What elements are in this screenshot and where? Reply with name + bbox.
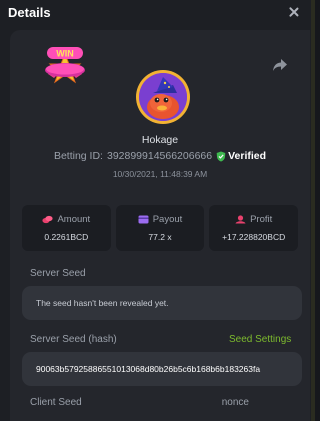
- username: Hokage: [141, 134, 179, 146]
- client-seed-label: Client Seed: [30, 397, 82, 408]
- verified-badge: Verified: [216, 150, 266, 162]
- profit-icon: [235, 215, 246, 224]
- seed-settings-link[interactable]: Seed Settings: [229, 334, 291, 345]
- server-seed-hash-field[interactable]: 90063b57925886551013068d80b26b5c6b168b6b…: [22, 352, 302, 386]
- svg-text:WIN: WIN: [56, 49, 74, 59]
- server-seed-hash-label: Server Seed (hash): [30, 334, 117, 345]
- stat-profit: Profit +17.228820BCD: [209, 205, 299, 251]
- stat-profit-label: Profit: [250, 214, 273, 225]
- betting-id-row: Betting ID: 392899914566206666 Verified: [10, 150, 310, 162]
- stat-amount: Amount 0.2261BCD: [22, 205, 111, 251]
- verified-label: Verified: [228, 150, 267, 162]
- dragon-avatar-icon: [139, 73, 187, 121]
- client-seed-row: Client Seed nonce: [30, 397, 290, 408]
- server-seed-field: The seed hasn't been revealed yet.: [22, 286, 302, 320]
- bet-stats: Amount 0.2261BCD Payout 77.2 x Profit +1…: [22, 205, 299, 251]
- stat-amount-label: Amount: [57, 214, 91, 225]
- server-seed-message: The seed hasn't been revealed yet.: [36, 298, 169, 308]
- coins-icon: [42, 215, 54, 224]
- background-page-strip-right: [311, 0, 315, 421]
- details-modal: Details WIN Hokage Betting ID: 392899914…: [0, 0, 311, 421]
- stat-amount-value: 0.2261BCD: [44, 232, 89, 242]
- betting-id-label: Betting ID:: [53, 150, 103, 162]
- card-icon: [138, 215, 149, 224]
- win-badge-icon: WIN: [45, 47, 85, 84]
- betting-id-value: 392899914566206666: [106, 150, 213, 162]
- server-seed-label: Server Seed: [30, 268, 86, 279]
- modal-header: Details: [0, 0, 311, 24]
- stat-payout: Payout 77.2 x: [115, 205, 205, 251]
- stat-profit-value: +17.228820BCD: [222, 232, 286, 242]
- stat-payout-value: 77.2 x: [148, 232, 172, 242]
- nonce-label: nonce: [221, 397, 249, 408]
- close-icon[interactable]: [287, 5, 301, 19]
- share-icon[interactable]: [272, 58, 288, 72]
- avatar: [136, 70, 190, 124]
- shield-check-icon: [216, 151, 226, 161]
- bet-datetime: 10/30/2021, 11:48:39 AM: [112, 169, 208, 179]
- stat-payout-label: Payout: [152, 214, 183, 225]
- server-seed-hash-value: 90063b57925886551013068d80b26b5c6b168b6b…: [36, 364, 261, 374]
- modal-title: Details: [8, 4, 51, 20]
